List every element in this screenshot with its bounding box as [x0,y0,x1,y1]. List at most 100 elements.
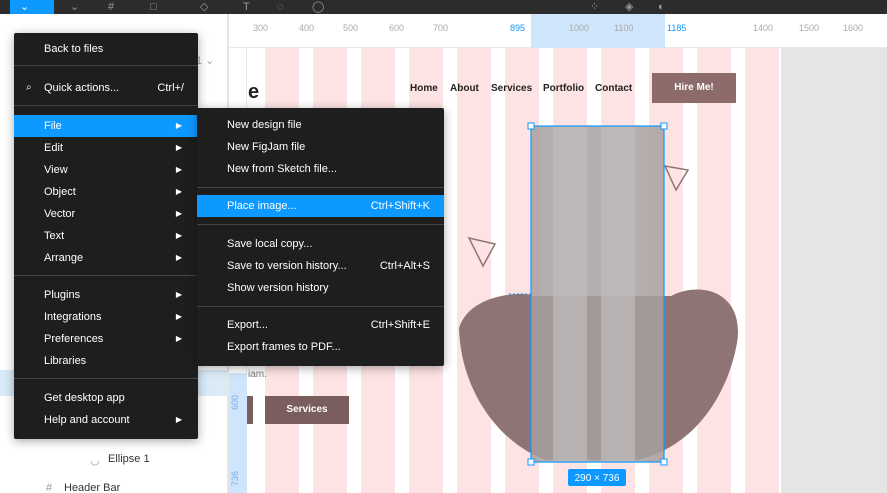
selected-image-rect [531,126,664,462]
frame-icon[interactable]: # [108,1,114,13]
help-and-account-item[interactable]: Help and account ▶ [14,409,198,431]
menu-item-object[interactable]: Object ▶ [14,181,198,203]
export-item[interactable]: Export... Ctrl+Shift+E [197,314,444,336]
menu-label: Arrange [44,252,84,264]
figma-menu-icon: ⌄ [20,1,30,13]
export-frames-pdf-item[interactable]: Export frames to PDF... [197,336,444,358]
contrast-icon[interactable]: ◐ [658,1,665,13]
menu-shortcut: Ctrl+Shift+E [370,319,430,331]
menu-label: Show version history [227,282,329,294]
ruler-tick: 1500 [799,23,820,33]
triangle-outline [467,236,497,268]
new-design-file-item[interactable]: New design file [197,114,444,136]
chevron-right-icon: ▶ [175,209,182,218]
menu-label: New from Sketch file... [227,163,338,175]
show-version-history-item[interactable]: Show version history [197,277,444,299]
menu-divider [14,105,198,106]
menu-shortcut: Ctrl+Alt+S [379,260,430,272]
menu-item-plugins[interactable]: Plugins ▶ [14,284,198,306]
menu-item-arrange[interactable]: Arrange ▶ [14,247,198,269]
search-icon: ⌕ [26,82,32,93]
ruler-tick: 300 [253,23,269,33]
menu-label: Place image... [227,200,297,212]
chevron-right-icon: ▶ [175,312,182,321]
figma-editor: ⌄ ⌄ # □ ◇ T ◌ ◯ ⁘ ◈ ◐ 1 ⌄ ◡ Ellipse 1 # … [0,0,887,493]
figma-menu-button[interactable]: ⌄ [10,0,54,14]
chevron-right-icon: ▶ [175,415,182,424]
ellipse-icon: ◡ [90,455,100,467]
text-icon[interactable]: T [243,1,250,13]
ruler-tick: 600 [230,394,240,410]
resize-handle [527,122,535,130]
save-local-copy-item[interactable]: Save local copy... [197,233,444,255]
selected-image-stripe [601,126,635,462]
back-to-files-item[interactable]: Back to files [14,38,198,60]
hand-icon[interactable]: ◌ [277,1,284,13]
menu-label: Back to files [44,43,104,55]
chevron-right-icon: ▶ [175,334,182,343]
menu-item-libraries[interactable]: Libraries [14,350,198,372]
menu-label: Integrations [44,311,102,323]
menu-label: New design file [227,119,302,131]
menu-item-edit[interactable]: Edit ▶ [14,137,198,159]
new-figjam-file-item[interactable]: New FigJam file [197,136,444,158]
component-icon[interactable]: ⁘ [590,1,599,13]
ruler-tick: 1600 [843,23,864,33]
menu-label: Edit [44,142,63,154]
canvas-background [781,48,887,493]
layer-header-bar[interactable]: Header Bar [64,482,120,493]
menu-label: Quick actions... [44,82,120,94]
save-version-history-item[interactable]: Save to version history... Ctrl+Alt+S [197,255,444,277]
move-icon[interactable]: ⌄ [70,1,79,13]
menu-item-file[interactable]: File ▶ [14,115,198,137]
menu-divider [197,224,444,225]
pen-icon[interactable]: ◇ [200,1,208,13]
ruler-selection-highlight [531,14,665,48]
menu-shortcut: Ctrl+/ [157,82,184,94]
menu-item-vector[interactable]: Vector ▶ [14,203,198,225]
place-image-item[interactable]: Place image... Ctrl+Shift+K [197,195,444,217]
file-submenu: New design file New FigJam file New from… [197,108,444,366]
menu-label: Plugins [44,289,81,301]
layer-ellipse[interactable]: Ellipse 1 [108,453,150,465]
menu-label: Save to version history... [227,260,347,272]
ruler-tick: 700 [433,23,449,33]
top-ruler: 300 400 500 600 700 895 1000 1100 1185 1… [229,14,887,48]
shape-icon[interactable]: □ [150,1,157,13]
chevron-right-icon: ▶ [175,121,182,130]
menu-divider [197,306,444,307]
ruler-tick: 400 [299,23,315,33]
menu-divider [197,187,444,188]
menu-label: Export frames to PDF... [227,341,341,353]
ruler-tick: 895 [510,23,526,33]
menu-label: Save local copy... [227,238,313,250]
chevron-right-icon: ▶ [175,187,182,196]
menu-label: Export... [227,319,268,331]
main-menu: Back to files ⌕ Quick actions... Ctrl+/ … [14,33,198,439]
triangle-outline [663,165,690,192]
menu-item-preferences[interactable]: Preferences ▶ [14,328,198,350]
ruler-tick: 1000 [569,23,590,33]
comment-icon[interactable]: ◯ [312,1,324,13]
menu-label: New FigJam file [227,141,306,153]
ruler-tick: 600 [389,23,405,33]
ruler-tick: 1100 [614,23,634,33]
menu-label: View [44,164,68,176]
chevron-right-icon: ▶ [175,143,182,152]
menu-item-text[interactable]: Text ▶ [14,225,198,247]
menu-label: Get desktop app [44,392,125,404]
resize-handle [660,122,668,130]
menu-item-integrations[interactable]: Integrations ▶ [14,306,198,328]
menu-divider [14,65,198,66]
get-desktop-app-item[interactable]: Get desktop app [14,387,198,409]
chevron-down-icon[interactable]: 1 ⌄ [196,54,214,67]
chevron-right-icon: ▶ [175,290,182,299]
size-badge: 290 × 736 [575,473,620,484]
mask-icon[interactable]: ◈ [625,1,633,13]
menu-label: Vector [44,208,76,220]
resize-handle [527,458,535,466]
menu-divider [14,378,198,379]
quick-actions-item[interactable]: ⌕ Quick actions... Ctrl+/ [14,77,198,99]
new-from-sketch-item[interactable]: New from Sketch file... [197,158,444,180]
menu-item-view[interactable]: View ▶ [14,159,198,181]
